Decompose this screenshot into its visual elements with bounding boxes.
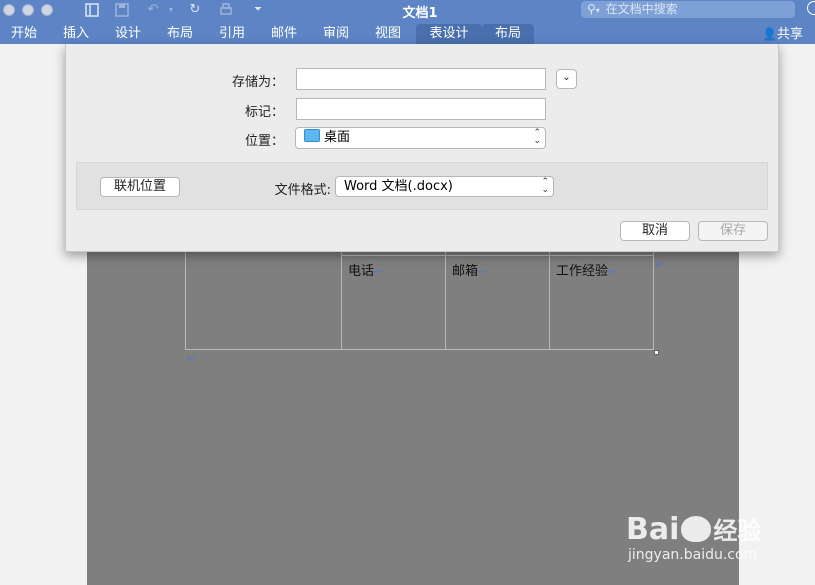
save-icon[interactable] xyxy=(114,2,130,18)
tab-design[interactable]: 设计 xyxy=(108,24,148,44)
location-value: 桌面 xyxy=(324,130,351,145)
tab-home[interactable]: 开始 xyxy=(4,24,44,44)
tab-mailings[interactable]: 邮件 xyxy=(264,24,304,44)
table-border-left xyxy=(185,251,186,349)
table-header-phone: 电话 xyxy=(348,264,375,279)
paragraph-mark-icon: ↵ xyxy=(374,267,383,278)
updown-arrows-icon: ⌃ ⌄ xyxy=(541,177,549,195)
table-column-divider xyxy=(445,251,446,349)
minimize-window-button[interactable] xyxy=(22,4,34,16)
updown-arrows-icon: ⌃ ⌄ xyxy=(533,128,541,146)
sidebar-toggle-icon[interactable] xyxy=(84,2,100,18)
save-as-label: 存储为： xyxy=(231,75,284,90)
table-column-divider xyxy=(549,251,550,349)
redo-icon[interactable]: ↻ xyxy=(187,2,203,18)
undo-dropdown-icon[interactable]: ▾ xyxy=(163,2,179,18)
search-dropdown-icon: ▾ xyxy=(595,6,600,15)
add-person-icon: 👤 xyxy=(762,27,777,41)
search-placeholder: 在文档中搜索 xyxy=(605,2,678,16)
tab-table-design[interactable]: 表设计 xyxy=(416,24,482,44)
baidu-watermark-logo: Bai 经验 jingyan.baidu.com xyxy=(620,497,800,577)
close-window-button[interactable] xyxy=(3,4,15,16)
watermark-url: jingyan.baidu.com xyxy=(628,547,758,563)
watermark-brand: Bai xyxy=(626,512,680,547)
search-icon: ⚲ xyxy=(587,2,596,16)
paragraph-mark-icon: ↵ xyxy=(608,267,617,278)
tags-input[interactable] xyxy=(296,98,546,120)
search-field[interactable]: ⚲▾ 在文档中搜索 xyxy=(581,1,795,18)
table-cell[interactable]: 工作经验↵ xyxy=(556,260,616,279)
chevron-down-icon: ⌄ xyxy=(562,72,571,83)
online-locations-button[interactable]: 联机位置 xyxy=(100,177,180,197)
location-label: 位置： xyxy=(244,134,284,149)
file-format-value: Word 文档(.docx) xyxy=(344,179,453,194)
location-select[interactable]: 桌面 ⌃ ⌄ xyxy=(295,127,546,149)
folder-icon xyxy=(304,129,320,142)
table-border-bottom xyxy=(185,349,654,350)
print-icon[interactable] xyxy=(218,2,234,18)
save-button[interactable]: 保存 xyxy=(698,221,768,241)
table-cell[interactable]: 电话↵ xyxy=(348,260,382,279)
tab-insert[interactable]: 插入 xyxy=(56,24,96,44)
expand-dialog-button[interactable]: ⌄ xyxy=(556,69,577,89)
table-header-email: 邮箱 xyxy=(452,264,479,279)
paw-icon xyxy=(681,516,712,542)
row-end-mark-icon: ↵ xyxy=(655,260,664,271)
tab-table-layout[interactable]: 布局 xyxy=(482,24,534,44)
tab-view[interactable]: 视图 xyxy=(368,24,408,44)
table-cell[interactable]: 邮箱↵ xyxy=(452,260,486,279)
smiley-feedback-icon[interactable] xyxy=(807,1,815,15)
file-format-label: 文件格式: xyxy=(274,183,331,198)
paragraph-mark-icon: ↵ xyxy=(187,354,196,365)
cancel-button[interactable]: 取消 xyxy=(620,221,690,241)
tags-label: 标记： xyxy=(244,105,284,120)
undo-icon[interactable]: ↶ xyxy=(145,2,161,18)
customize-toolbar-icon[interactable]: ⏷ xyxy=(250,2,266,18)
share-button[interactable]: 👤共享 xyxy=(762,24,815,44)
save-dialog: 存储为： ⌄ 标记： 位置： 桌面 ⌃ ⌄ 联机位置 文件格式: Word 文档(… xyxy=(65,44,779,252)
document-title: 文档1 xyxy=(402,6,438,21)
share-label: 共享 xyxy=(776,27,803,42)
file-format-select[interactable]: Word 文档(.docx) ⌃ ⌄ xyxy=(335,176,554,197)
table-column-divider xyxy=(341,251,342,349)
paragraph-mark-icon: ↵ xyxy=(478,267,487,278)
save-as-input[interactable] xyxy=(296,68,546,90)
table-resize-handle[interactable] xyxy=(654,350,659,355)
watermark-suffix: 经验 xyxy=(713,517,762,545)
table-row-divider xyxy=(341,255,654,256)
table-header-experience: 工作经验 xyxy=(556,264,609,279)
options-panel: 联机位置 文件格式: Word 文档(.docx) ⌃ ⌄ xyxy=(76,162,768,210)
tab-layout[interactable]: 布局 xyxy=(160,24,200,44)
zoom-window-button[interactable] xyxy=(41,4,53,16)
table-border-right xyxy=(653,251,654,349)
tab-review[interactable]: 审阅 xyxy=(316,24,356,44)
tab-references[interactable]: 引用 xyxy=(212,24,252,44)
